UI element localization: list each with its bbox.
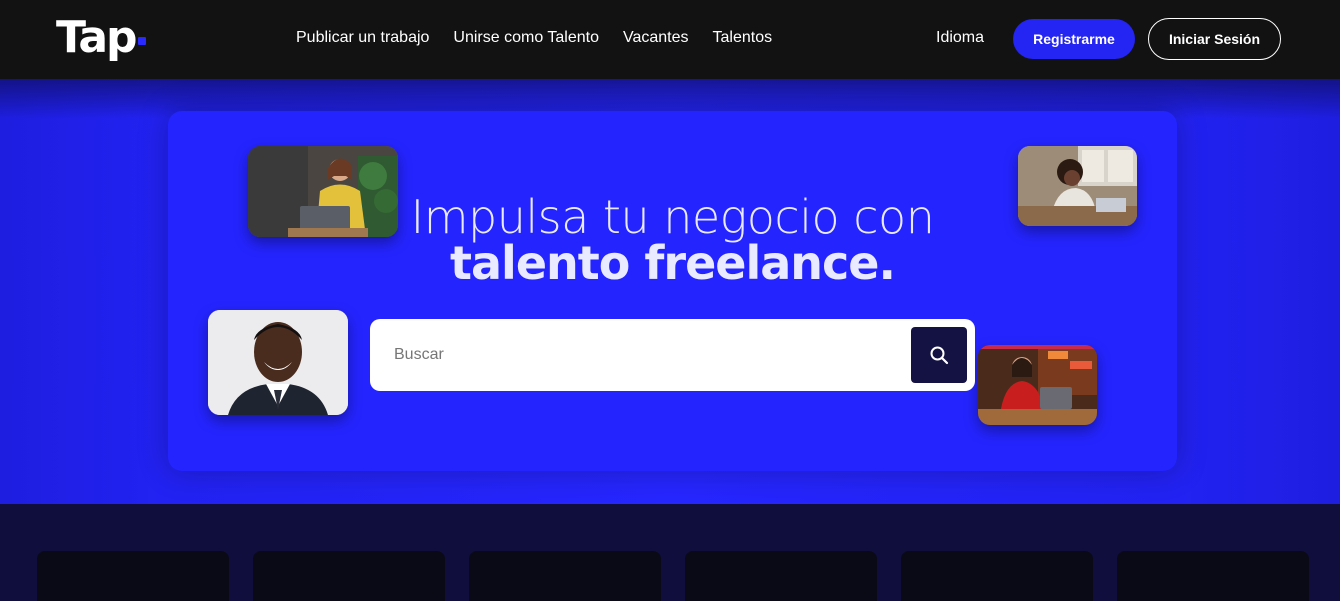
tap-logo[interactable]: Tap (56, 12, 146, 64)
category-card[interactable] (685, 551, 877, 601)
category-card[interactable] (901, 551, 1093, 601)
register-button[interactable]: Registrarme (1013, 19, 1135, 59)
nav-vacancies[interactable]: Vacantes (623, 28, 689, 48)
login-button[interactable]: Iniciar Sesión (1148, 18, 1281, 60)
freelancer-photo-woman-red (978, 345, 1097, 425)
category-card[interactable] (1117, 551, 1309, 601)
search-button[interactable] (911, 327, 967, 383)
nav-join-talent[interactable]: Unirse como Talento (453, 28, 599, 48)
freelancer-photo-man-suit (208, 310, 348, 415)
top-navbar: Tap Publicar un trabajo Unirse como Tale… (0, 0, 1340, 79)
search-box (370, 319, 975, 391)
category-card[interactable] (253, 551, 445, 601)
main-nav: Publicar un trabajo Unirse como Talento … (296, 28, 772, 48)
nav-talents[interactable]: Talentos (713, 28, 773, 48)
search-input[interactable] (394, 343, 894, 367)
category-card[interactable] (469, 551, 661, 601)
language-selector[interactable]: Idioma (936, 28, 984, 48)
logo-dot (137, 37, 146, 45)
search-icon (930, 346, 949, 365)
nav-post-job[interactable]: Publicar un trabajo (296, 28, 429, 48)
photo-illustration (208, 310, 348, 415)
category-card[interactable] (37, 551, 229, 601)
hero-title-line-2: talento freelance. (450, 236, 896, 290)
logo-text: Tap (56, 12, 138, 63)
photo-illustration (978, 345, 1097, 425)
